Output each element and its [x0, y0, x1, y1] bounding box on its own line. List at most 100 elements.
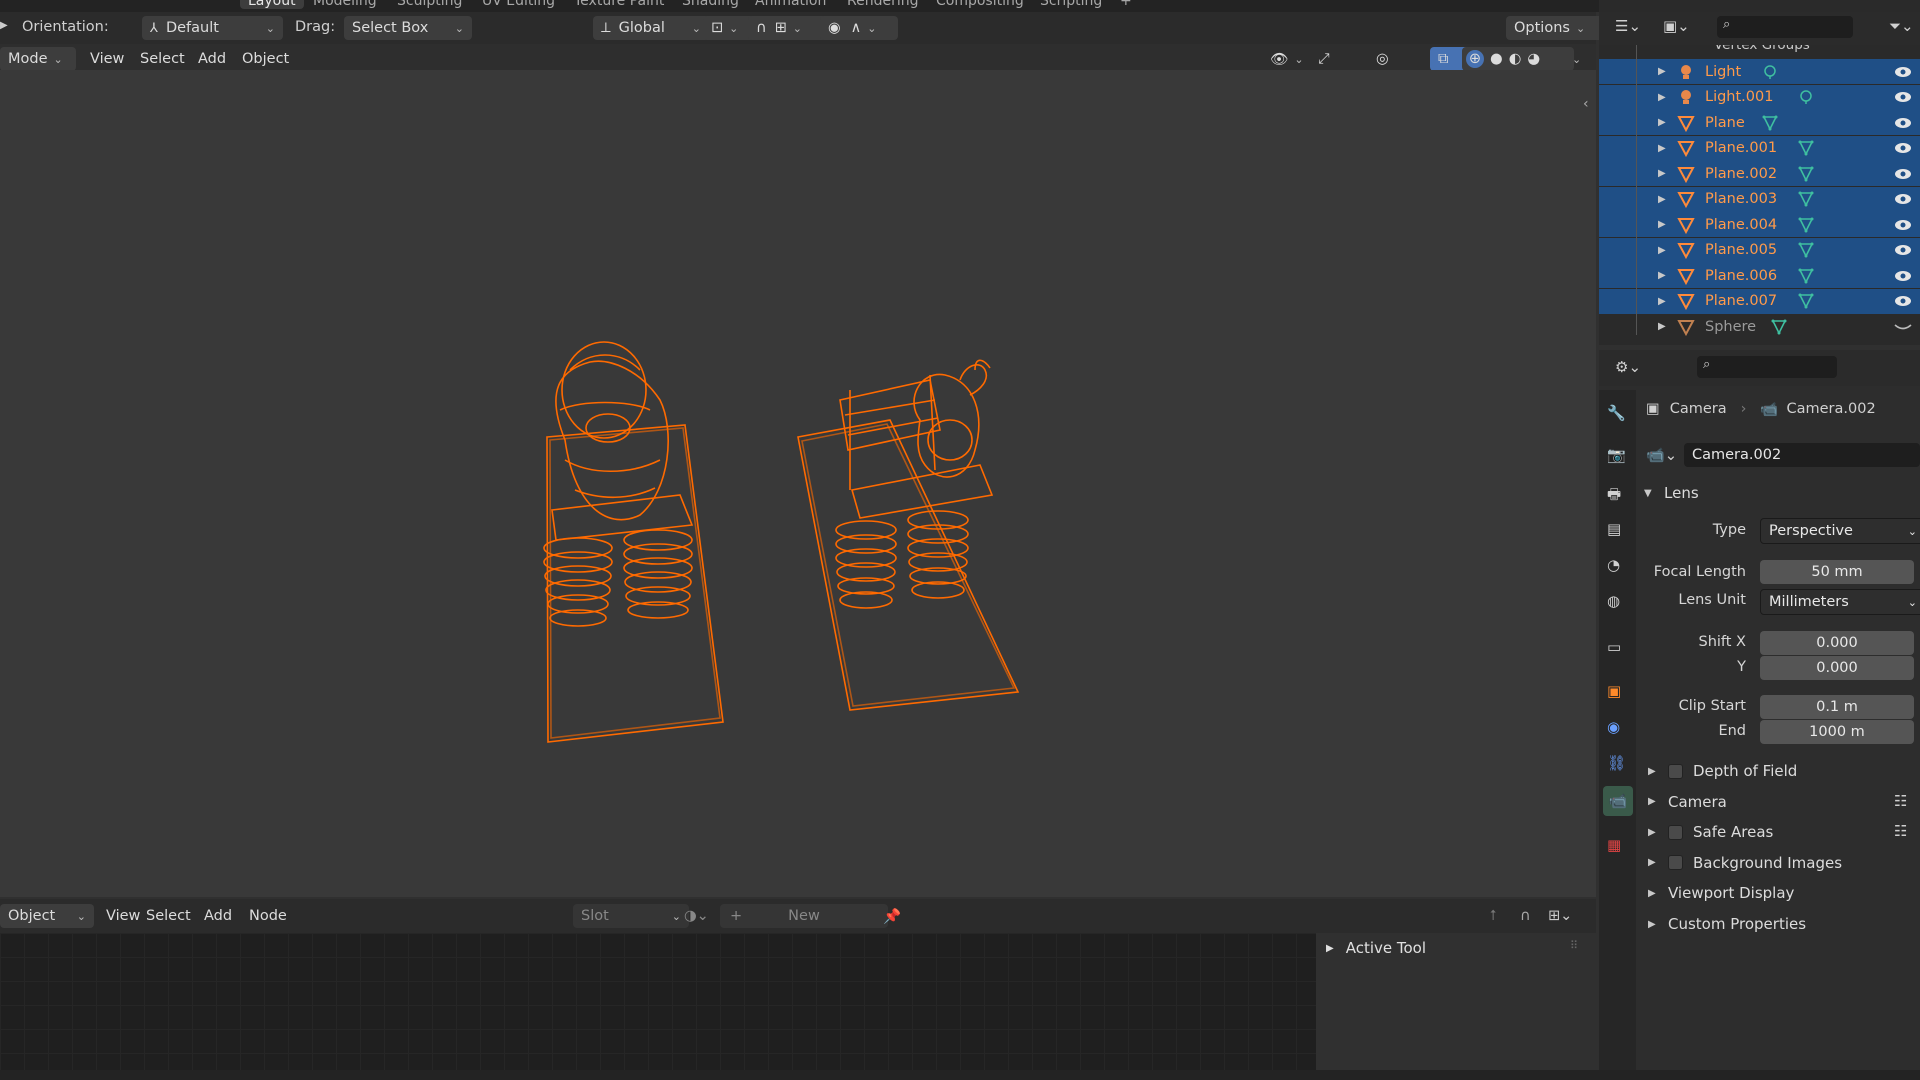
expand-triangle-icon[interactable]: ▶	[1658, 92, 1666, 103]
visibility-dropdown[interactable]: 👁 ⌄	[1270, 47, 1304, 71]
eye-icon[interactable]	[1894, 269, 1912, 283]
lens-type-dropdown[interactable]: Perspective ⌄	[1760, 518, 1920, 544]
subpanel-checkbox[interactable]	[1668, 763, 1683, 779]
subpanel-checkbox[interactable]	[1668, 824, 1683, 840]
interaction-mode-dropdown[interactable]: Mode ⌄	[0, 47, 76, 71]
overlays-toggle[interactable]: ◎	[1376, 47, 1389, 71]
mesh-data-icon[interactable]	[1798, 242, 1814, 258]
expand-triangle-icon[interactable]: ▶	[1658, 168, 1666, 179]
eye-icon[interactable]	[1894, 141, 1912, 155]
outliner-row[interactable]: ▶ Plane.006	[1599, 263, 1920, 288]
subpanel-header[interactable]: ▶ Viewport Display	[1648, 880, 1794, 906]
parent-node-tree-icon[interactable]: ⭡	[1490, 904, 1497, 928]
lens-panel-header[interactable]: ▼ Lens	[1644, 480, 1699, 506]
node-node-menu[interactable]: Node	[243, 904, 293, 928]
pin-icon[interactable]: 📌	[883, 904, 901, 928]
lens-unit-dropdown[interactable]: Millimeters ⌄	[1760, 589, 1920, 615]
outliner-row[interactable]: ▶ Plane.002	[1599, 161, 1920, 186]
slot-dropdown[interactable]: Slot ⌄	[573, 904, 689, 928]
preset-list-icon[interactable]: ☷	[1894, 792, 1907, 810]
render-tab-icon[interactable]: 📷	[1607, 446, 1629, 468]
expand-triangle-icon[interactable]: ▶	[1658, 270, 1666, 281]
play-icon[interactable]: ▶	[0, 20, 8, 31]
outliner-search-input[interactable]: ⌕	[1717, 16, 1853, 38]
subpanel-header[interactable]: ▶ Background Images	[1648, 850, 1842, 876]
light-data-icon[interactable]	[1798, 89, 1814, 105]
preset-list-icon[interactable]: ☷	[1894, 822, 1907, 840]
eye-icon[interactable]	[1894, 90, 1912, 104]
eye-icon[interactable]	[1894, 167, 1912, 181]
expand-triangle-icon[interactable]: ▶	[1658, 194, 1666, 205]
outliner-row-vertex-groups[interactable]: Vertex Groups	[1599, 45, 1920, 55]
expand-triangle-icon[interactable]: ▶	[1658, 143, 1666, 154]
outliner-row[interactable]: ▶ Sphere	[1599, 314, 1920, 339]
output-tab-icon[interactable]: 🖶	[1607, 484, 1629, 506]
tab-texture-paint[interactable]: Texture Paint	[574, 0, 664, 9]
outliner-row[interactable]: ▶ Plane.001	[1599, 135, 1920, 161]
eye-icon[interactable]	[1894, 218, 1912, 232]
tab-sculpting[interactable]: Sculpting	[397, 0, 462, 9]
subpanel-header[interactable]: ▶ Camera	[1648, 789, 1727, 815]
eye-icon[interactable]	[1894, 243, 1912, 257]
tab-animation[interactable]: Animation	[755, 0, 826, 9]
tab-uv-editing[interactable]: UV Editing	[482, 0, 555, 9]
eye-icon[interactable]	[1894, 294, 1912, 308]
node-select-menu[interactable]: Select	[140, 904, 197, 928]
camera-data-tab-icon[interactable]: 📹	[1603, 786, 1633, 816]
mesh-data-icon[interactable]	[1798, 217, 1814, 233]
gizmo-toggle[interactable]: ⤢	[1318, 47, 1330, 71]
shading-options-dropdown[interactable]: ⌄	[1566, 47, 1581, 71]
expand-triangle-icon[interactable]: ▶	[1658, 245, 1666, 256]
tab-scripting[interactable]: Scripting	[1040, 0, 1102, 9]
node-editor-canvas[interactable]	[0, 933, 1316, 1070]
subpanel-header[interactable]: ▶ Depth of Field	[1648, 758, 1797, 784]
snap-toggle[interactable]: ∩ ⊞ ⌄	[748, 16, 829, 40]
rendered-shading-icon[interactable]: ◕	[1527, 51, 1540, 67]
material-browse-button[interactable]: ◑⌄	[684, 904, 709, 928]
shift-x-field[interactable]: 0.000	[1760, 631, 1914, 655]
constraints-tab-icon[interactable]: ⛓	[1607, 754, 1629, 776]
expand-triangle-icon[interactable]: ▶	[1658, 219, 1666, 230]
mesh-data-icon[interactable]	[1798, 166, 1814, 182]
subpanel-header[interactable]: ▶ Safe Areas	[1648, 819, 1773, 845]
filter-icon[interactable]: ⏷⌄	[1889, 17, 1914, 35]
eye-icon[interactable]	[1894, 192, 1912, 206]
camera-browse-icon[interactable]: 📹⌄	[1646, 446, 1684, 464]
tab-rendering[interactable]: Rendering	[847, 0, 919, 9]
focal-length-field[interactable]: 50 mm	[1760, 560, 1914, 584]
subpanel-checkbox[interactable]	[1668, 855, 1683, 871]
mesh-data-icon[interactable]	[1762, 115, 1778, 131]
properties-search-input[interactable]: ⌕	[1697, 356, 1837, 378]
light-data-icon[interactable]	[1762, 64, 1778, 80]
3d-viewport[interactable]: ‹	[0, 70, 1596, 897]
outliner-editor-type-icon[interactable]: ☰⌄	[1615, 17, 1641, 35]
outliner-row[interactable]: ▶ Plane.005	[1599, 237, 1920, 263]
material-shading-icon[interactable]: ◐	[1509, 51, 1522, 67]
shift-y-field[interactable]: 0.000	[1760, 656, 1914, 680]
outliner-row[interactable]: ▶ Light	[1599, 59, 1920, 84]
outliner-row[interactable]: ▶ Light.001	[1599, 84, 1920, 110]
properties-editor-type-icon[interactable]: ⚙⌄	[1615, 358, 1641, 376]
datablock-name-field[interactable]: Camera.002	[1684, 443, 1920, 467]
mesh-data-icon[interactable]	[1798, 191, 1814, 207]
new-material-button[interactable]: + New	[720, 904, 888, 928]
eye-icon[interactable]	[1894, 116, 1912, 130]
object-menu[interactable]: Object	[236, 47, 295, 71]
expand-triangle-icon[interactable]: ▶	[1658, 66, 1666, 77]
mesh-data-icon[interactable]	[1798, 268, 1814, 284]
drag-handle-icon[interactable]: ⠿	[1570, 939, 1578, 952]
outliner-row[interactable]: ▶ Plane.007	[1599, 288, 1920, 314]
view-menu[interactable]: View	[84, 47, 130, 71]
tab-compositing[interactable]: Compositing	[936, 0, 1024, 9]
subpanel-header[interactable]: ▶ Custom Properties	[1648, 911, 1806, 937]
tab-layout[interactable]: Layout	[240, 0, 304, 9]
node-snap-icon[interactable]: ∩	[1520, 904, 1531, 928]
outliner-row[interactable]: ▶ Plane.004	[1599, 212, 1920, 237]
add-workspace-button[interactable]: +	[1120, 0, 1132, 9]
mesh-data-icon[interactable]	[1798, 140, 1814, 156]
orientation-dropdown[interactable]: ⅄ Default ⌄	[142, 16, 283, 40]
clip-start-field[interactable]: 0.1 m	[1760, 695, 1914, 719]
node-object-dropdown[interactable]: Object ⌄	[0, 904, 94, 928]
texture-tab-icon[interactable]: ▦	[1607, 836, 1629, 858]
eye-closed-icon[interactable]	[1894, 320, 1912, 334]
